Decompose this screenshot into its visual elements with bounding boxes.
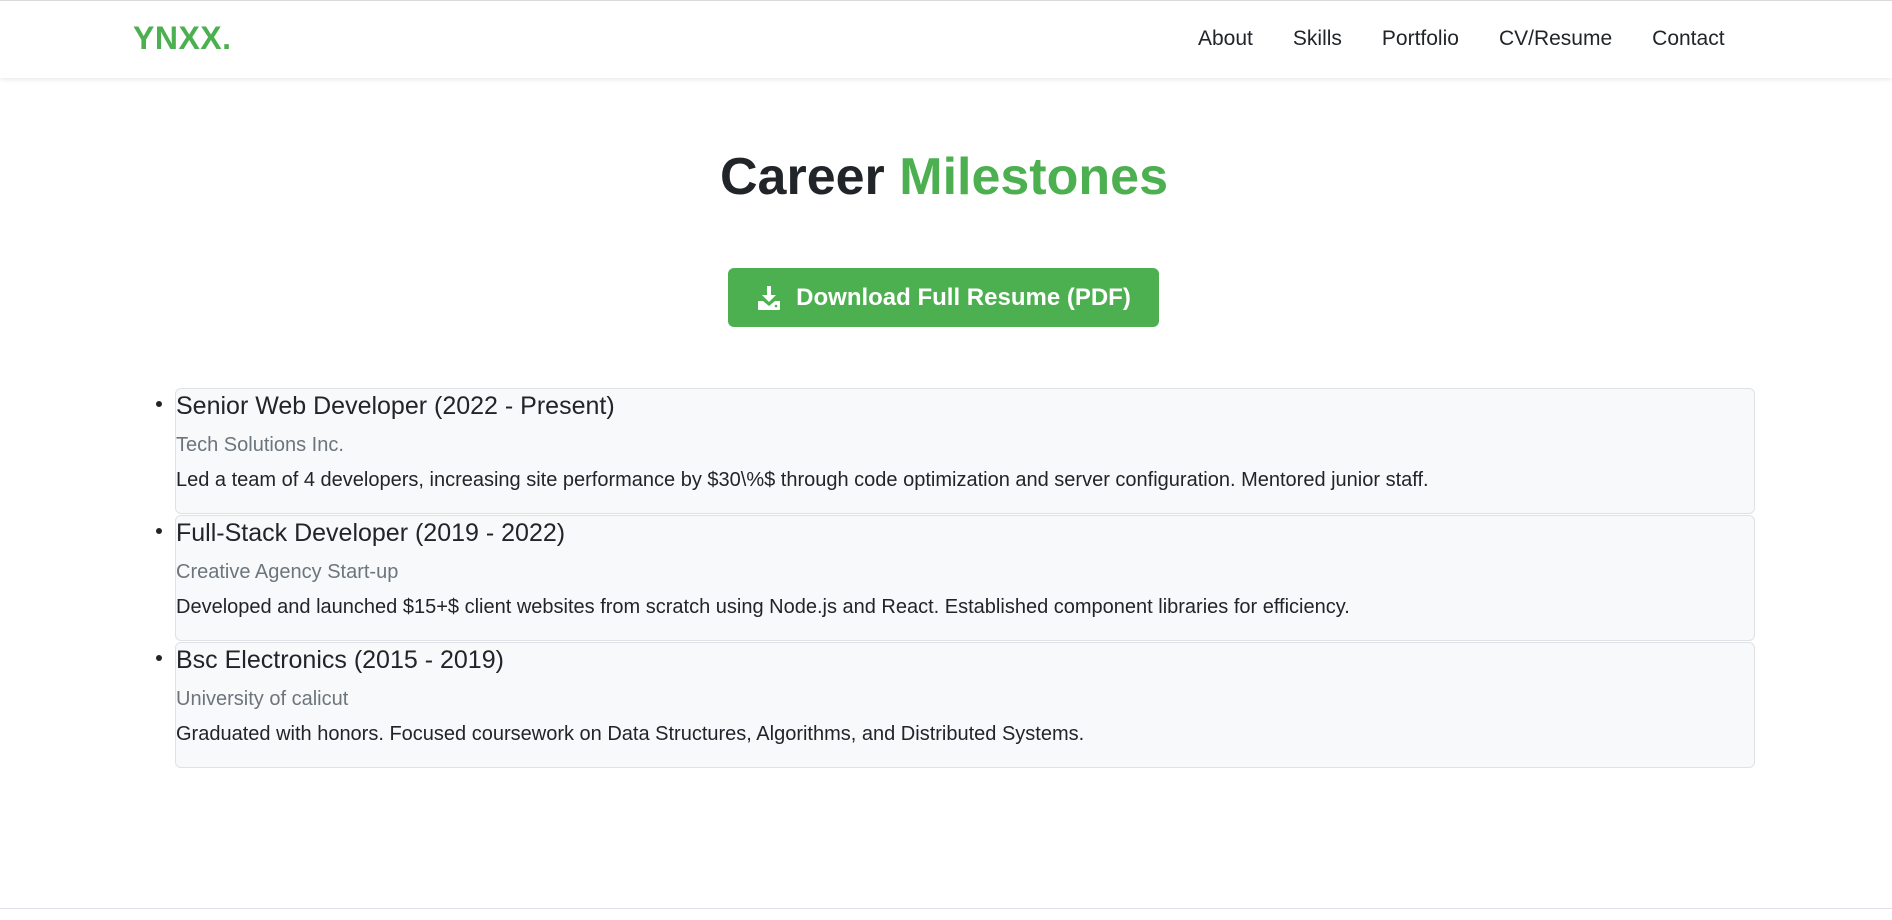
- page-title-main: Career: [720, 148, 885, 206]
- footer-divider: [0, 908, 1892, 909]
- download-resume-label: Download Full Resume (PDF): [796, 283, 1131, 311]
- milestone-description: Led a team of 4 developers, increasing s…: [176, 469, 1429, 491]
- nav-link-about[interactable]: About: [1198, 27, 1253, 55]
- bullet-icon: [156, 655, 162, 661]
- page-title-accent: Milestones: [899, 148, 1168, 206]
- milestone-item: Senior Web Developer (2022 - Present) Te…: [156, 388, 1755, 514]
- download-icon: [756, 285, 782, 311]
- bullet-icon: [156, 528, 162, 534]
- page-title: Career Milestones: [0, 146, 1888, 208]
- milestone-organization: Creative Agency Start-up: [176, 561, 399, 583]
- milestone-item: Full-Stack Developer (2019 - 2022) Creat…: [156, 515, 1755, 641]
- nav-link-portfolio[interactable]: Portfolio: [1382, 27, 1459, 55]
- milestone-description: Developed and launched $15+$ client webs…: [176, 596, 1350, 618]
- milestone-title: Full-Stack Developer (2019 - 2022): [176, 519, 566, 547]
- milestone-item: Bsc Electronics (2015 - 2019) University…: [156, 642, 1755, 768]
- navbar: YNXX. About Skills Portfolio CV/Resume C…: [0, 0, 1892, 78]
- milestone-title: Bsc Electronics (2015 - 2019): [176, 646, 504, 674]
- download-resume-button[interactable]: Download Full Resume (PDF): [728, 268, 1159, 327]
- site-logo[interactable]: YNXX.: [133, 20, 232, 57]
- nav-link-cv-resume[interactable]: CV/Resume: [1499, 27, 1612, 55]
- milestone-title: Senior Web Developer (2022 - Present): [176, 392, 615, 420]
- nav-link-skills[interactable]: Skills: [1293, 27, 1342, 55]
- nav-link-contact[interactable]: Contact: [1652, 27, 1724, 55]
- milestone-organization: University of calicut: [176, 688, 349, 710]
- milestone-organization: Tech Solutions Inc.: [176, 434, 344, 456]
- milestone-description: Graduated with honors. Focused coursewor…: [176, 723, 1085, 745]
- main-nav: About Skills Portfolio CV/Resume Contact: [1198, 27, 1725, 55]
- bullet-icon: [156, 401, 162, 407]
- milestone-list: Senior Web Developer (2022 - Present) Te…: [152, 388, 1755, 769]
